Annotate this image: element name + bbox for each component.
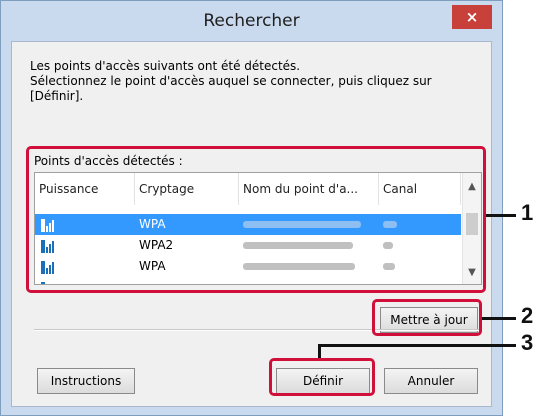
description-line-3: [Définir].: [30, 89, 84, 103]
title-bar: Rechercher ×: [1, 1, 502, 41]
highlight-box-set: [269, 358, 375, 396]
description-text: Les points d'accès suivants ont été déte…: [30, 59, 490, 104]
callout-number-2: 2: [521, 303, 534, 328]
highlight-box-refresh: [372, 299, 482, 336]
callout-line-1: [486, 214, 516, 217]
callout-number-1: 1: [521, 200, 534, 225]
instructions-button[interactable]: Instructions: [37, 368, 135, 394]
description-line-1: Les points d'accès suivants ont été déte…: [30, 59, 301, 73]
description-line-2: Sélectionnez le point d'accès auquel se …: [30, 74, 432, 88]
callout-number-3: 3: [521, 330, 534, 355]
cancel-button[interactable]: Annuler: [384, 368, 478, 394]
highlight-box-access-points: [26, 146, 486, 293]
callout-line-2: [482, 317, 516, 320]
close-button[interactable]: ×: [452, 5, 492, 29]
dialog-title: Rechercher: [203, 11, 300, 31]
callout-line-3: [318, 344, 516, 347]
